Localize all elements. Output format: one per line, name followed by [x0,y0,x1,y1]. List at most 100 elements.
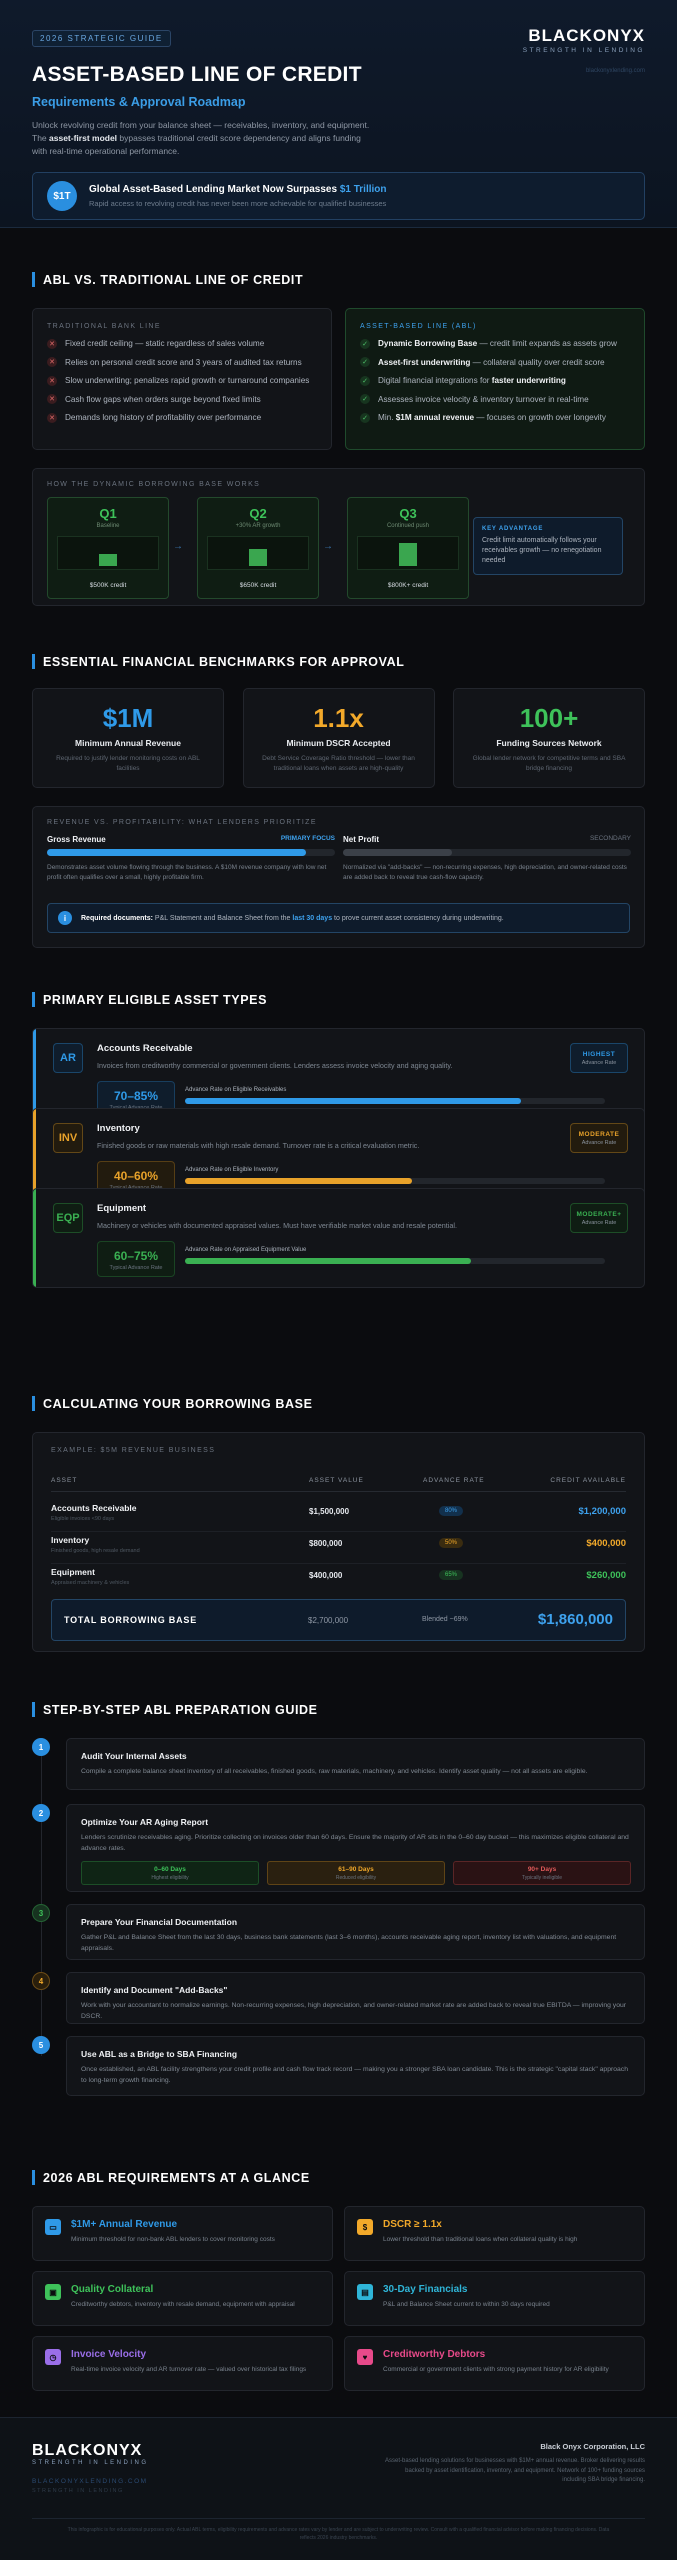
logo-url[interactable]: blackonyxlending.com [523,68,645,74]
step-number: 2 [32,1804,50,1822]
footer-url[interactable]: BLACKONYXLENDING.COM [32,2478,149,2485]
step-item: 5 Use ABL as a Bridge to SBA Financing Onc… [32,2036,645,2096]
gross-revenue-bar [47,849,307,856]
total-label: TOTAL BORROWING BASE [64,1615,197,1625]
footer: BLACKONYX STRENGTH IN LENDING BLACKONYXL… [0,2417,677,2560]
advance-bar-label: Advance Rate on Eligible Inventory [185,1167,279,1173]
quarter-label: Q3 [399,506,417,521]
total-credit: $1,860,000 [537,1611,613,1628]
step-title: Identify and Document "Add-Backs" [81,1985,228,1995]
gross-revenue-label: Gross Revenue [47,835,106,844]
step-desc: Gather P&L and Balance Sheet from the la… [81,1934,617,1952]
benchmark-value: 100+ [519,703,579,733]
benchmark-title: Minimum DSCR Accepted [286,738,391,748]
benchmark-desc: Debt Service Coverage Ratio threshold — … [262,755,415,772]
requirement-card: ▭ $1M+ Annual Revenue Minimum threshold fo… [32,2206,333,2261]
asset-desc: Finished goods or raw materials with hig… [97,1141,420,1150]
hero-section: 2026 STRATEGIC GUIDE BLACKONYX STRENGTH … [0,0,677,228]
requirement-title: Quality Collateral [71,2284,154,2295]
requirement-desc: Minimum threshold for non-bank ABL lende… [71,2236,275,2243]
benchmark-desc: Required to justify lender monitoring co… [56,755,200,772]
x-icon: ✕ [47,375,57,386]
asset-desc: Machinery or vehicles with documented ap… [97,1221,457,1230]
net-profit-desc: Normalized via "add-backs" — non-recurri… [343,864,627,881]
x-icon: ✕ [47,394,57,404]
table-row: Inventory Finished goods, high resale dem… [51,1533,626,1564]
assets-title: PRIMARY ELIGIBLE ASSET TYPES [32,992,645,1007]
aging-bucket: 90+ Days Typically ineligible [453,1861,631,1885]
abl-line-item: ✓ Assesses invoice velocity & inventory t… [360,394,630,404]
bank-line-item: ✕ Fixed credit ceiling — static regardles… [47,338,317,349]
advance-bar [185,1258,605,1264]
callout-title: Global Asset-Based Lending Market Now Su… [89,184,387,195]
assets-section: PRIMARY ELIGIBLE ASSET TYPES AR Accounts … [0,992,677,1352]
requirement-icon: ▤ [357,2284,373,2300]
step-desc: Once established, an ABL facility streng… [81,2066,628,2084]
step-number: 3 [32,1904,50,1922]
col-asset: ASSET [51,1477,78,1484]
net-profit-bar [343,849,453,856]
benchmark-value: 1.1x [313,703,364,733]
brand-logo[interactable]: BLACKONYX STRENGTH IN LENDING blackonyxl… [523,26,645,74]
check-icon: ✓ [360,375,370,386]
step-number: 4 [32,1972,50,1990]
benchmark-title: Funding Sources Network [496,738,602,748]
bank-line-item: ✕ Slow underwriting; penalizes rapid grow… [47,375,317,386]
requirement-desc: Creditworthy debtors, inventory with res… [71,2301,295,2308]
guide-tag: 2026 STRATEGIC GUIDE [32,30,171,47]
asset-code-icon: AR [53,1043,83,1073]
table-row: Equipment Appraised machinery & vehicles $… [51,1567,626,1586]
quarter-card: Q1 Baseline $500K credit [47,497,169,599]
primary-focus-tag: PRIMARY FOCUS [280,835,335,842]
key-advantage-box: KEY ADVANTAGE Credit limit automatically… [473,517,623,575]
net-profit-label: Net Profit [343,835,379,844]
rate-pill: 80% [439,1506,464,1516]
step-item: 4 Identify and Document "Add-Backs" Work w… [32,1972,645,2024]
footer-logo[interactable]: BLACKONYX STRENGTH IN LENDING BLACKONYXL… [32,2442,149,2494]
total-row: TOTAL BORROWING BASE $2,700,000 Blended … [51,1599,626,1641]
total-value: $2,700,000 [308,1616,349,1625]
asset-code-icon: EQP [53,1203,83,1233]
requirement-desc: Commercial or government clients with st… [383,2366,609,2373]
requirement-desc: Real-time invoice velocity and AR turnov… [71,2366,307,2373]
compare-title: ABL VS. TRADITIONAL LINE OF CREDIT [32,272,645,287]
requirement-card: ▣ Quality Collateral Creditworthy debtors,… [32,2271,333,2326]
steps-title: STEP-BY-STEP ABL PREPARATION GUIDE [32,1702,645,1717]
requirement-icon: ◷ [45,2349,61,2365]
trillion-icon: $1T [47,181,77,211]
abl-line-item: ✓ Asset-first underwriting — collateral q… [360,357,630,367]
abl-line-item: ✓ Digital financial integrations for fast… [360,375,630,386]
market-callout: $1T Global Asset-Based Lending Market No… [32,172,645,220]
callout-subtitle: Rapid access to revolving credit has nev… [89,199,387,208]
quarter-card: Q3 Continued push $800K+ credit [347,497,469,599]
check-icon: ✓ [360,394,370,404]
key-advantage-text: Credit limit automatically follows your … [482,537,602,564]
bank-line-item: ✕ Demands long history of profitability o… [47,412,317,423]
quarter-bar [249,549,267,566]
benchmark-card: 100+ Funding Sources Network Global lender… [453,688,645,788]
footer-company: Black Onyx Corporation, LLC [540,2442,645,2451]
asset-card: EQP Equipment Machinery or vehicles with d… [32,1188,645,1288]
footer-disclaimer: This infographic is for educational purp… [67,2527,610,2541]
footer-tagline: STRENGTH IN LENDING [32,2488,124,2494]
step-item: 2 Optimize Your AR Aging Report Lenders sc… [32,1804,645,1892]
requirement-desc: P&L and Balance Sheet current to within … [383,2301,550,2308]
asset-name: Equipment [97,1203,147,1214]
aging-bucket: 61–90 Days Reduced eligibility [267,1861,445,1885]
requirement-title: $1M+ Annual Revenue [71,2219,178,2230]
table-row: Accounts Receivable Eligible invoices <90… [51,1501,626,1532]
check-icon: ✓ [360,357,370,367]
rate-pill: 50% [439,1538,464,1548]
requirement-card: ▤ 30-Day Financials P&L and Balance Sheet … [344,2271,645,2326]
check-icon: ✓ [360,338,370,349]
advance-bar-label: Advance Rate on Eligible Receivables [185,1087,287,1093]
quarter-sub: Continued push [386,523,430,529]
advance-rate-box: 60–75% Typical Advance Rate [97,1241,175,1277]
rate-pill: 65% [439,1570,464,1580]
bank-line-item: ✕ Cash flow gaps when orders surge beyond… [47,394,317,404]
abl-line-card: ASSET-BASED LINE (ABL) ✓ Dynamic Borrowin… [345,308,645,450]
step-number: 1 [32,1738,50,1756]
quarter-label: Q1 [99,506,117,521]
check-icon: ✓ [360,412,370,423]
advance-bar-label: Advance Rate on Appraised Equipment Valu… [185,1247,307,1253]
